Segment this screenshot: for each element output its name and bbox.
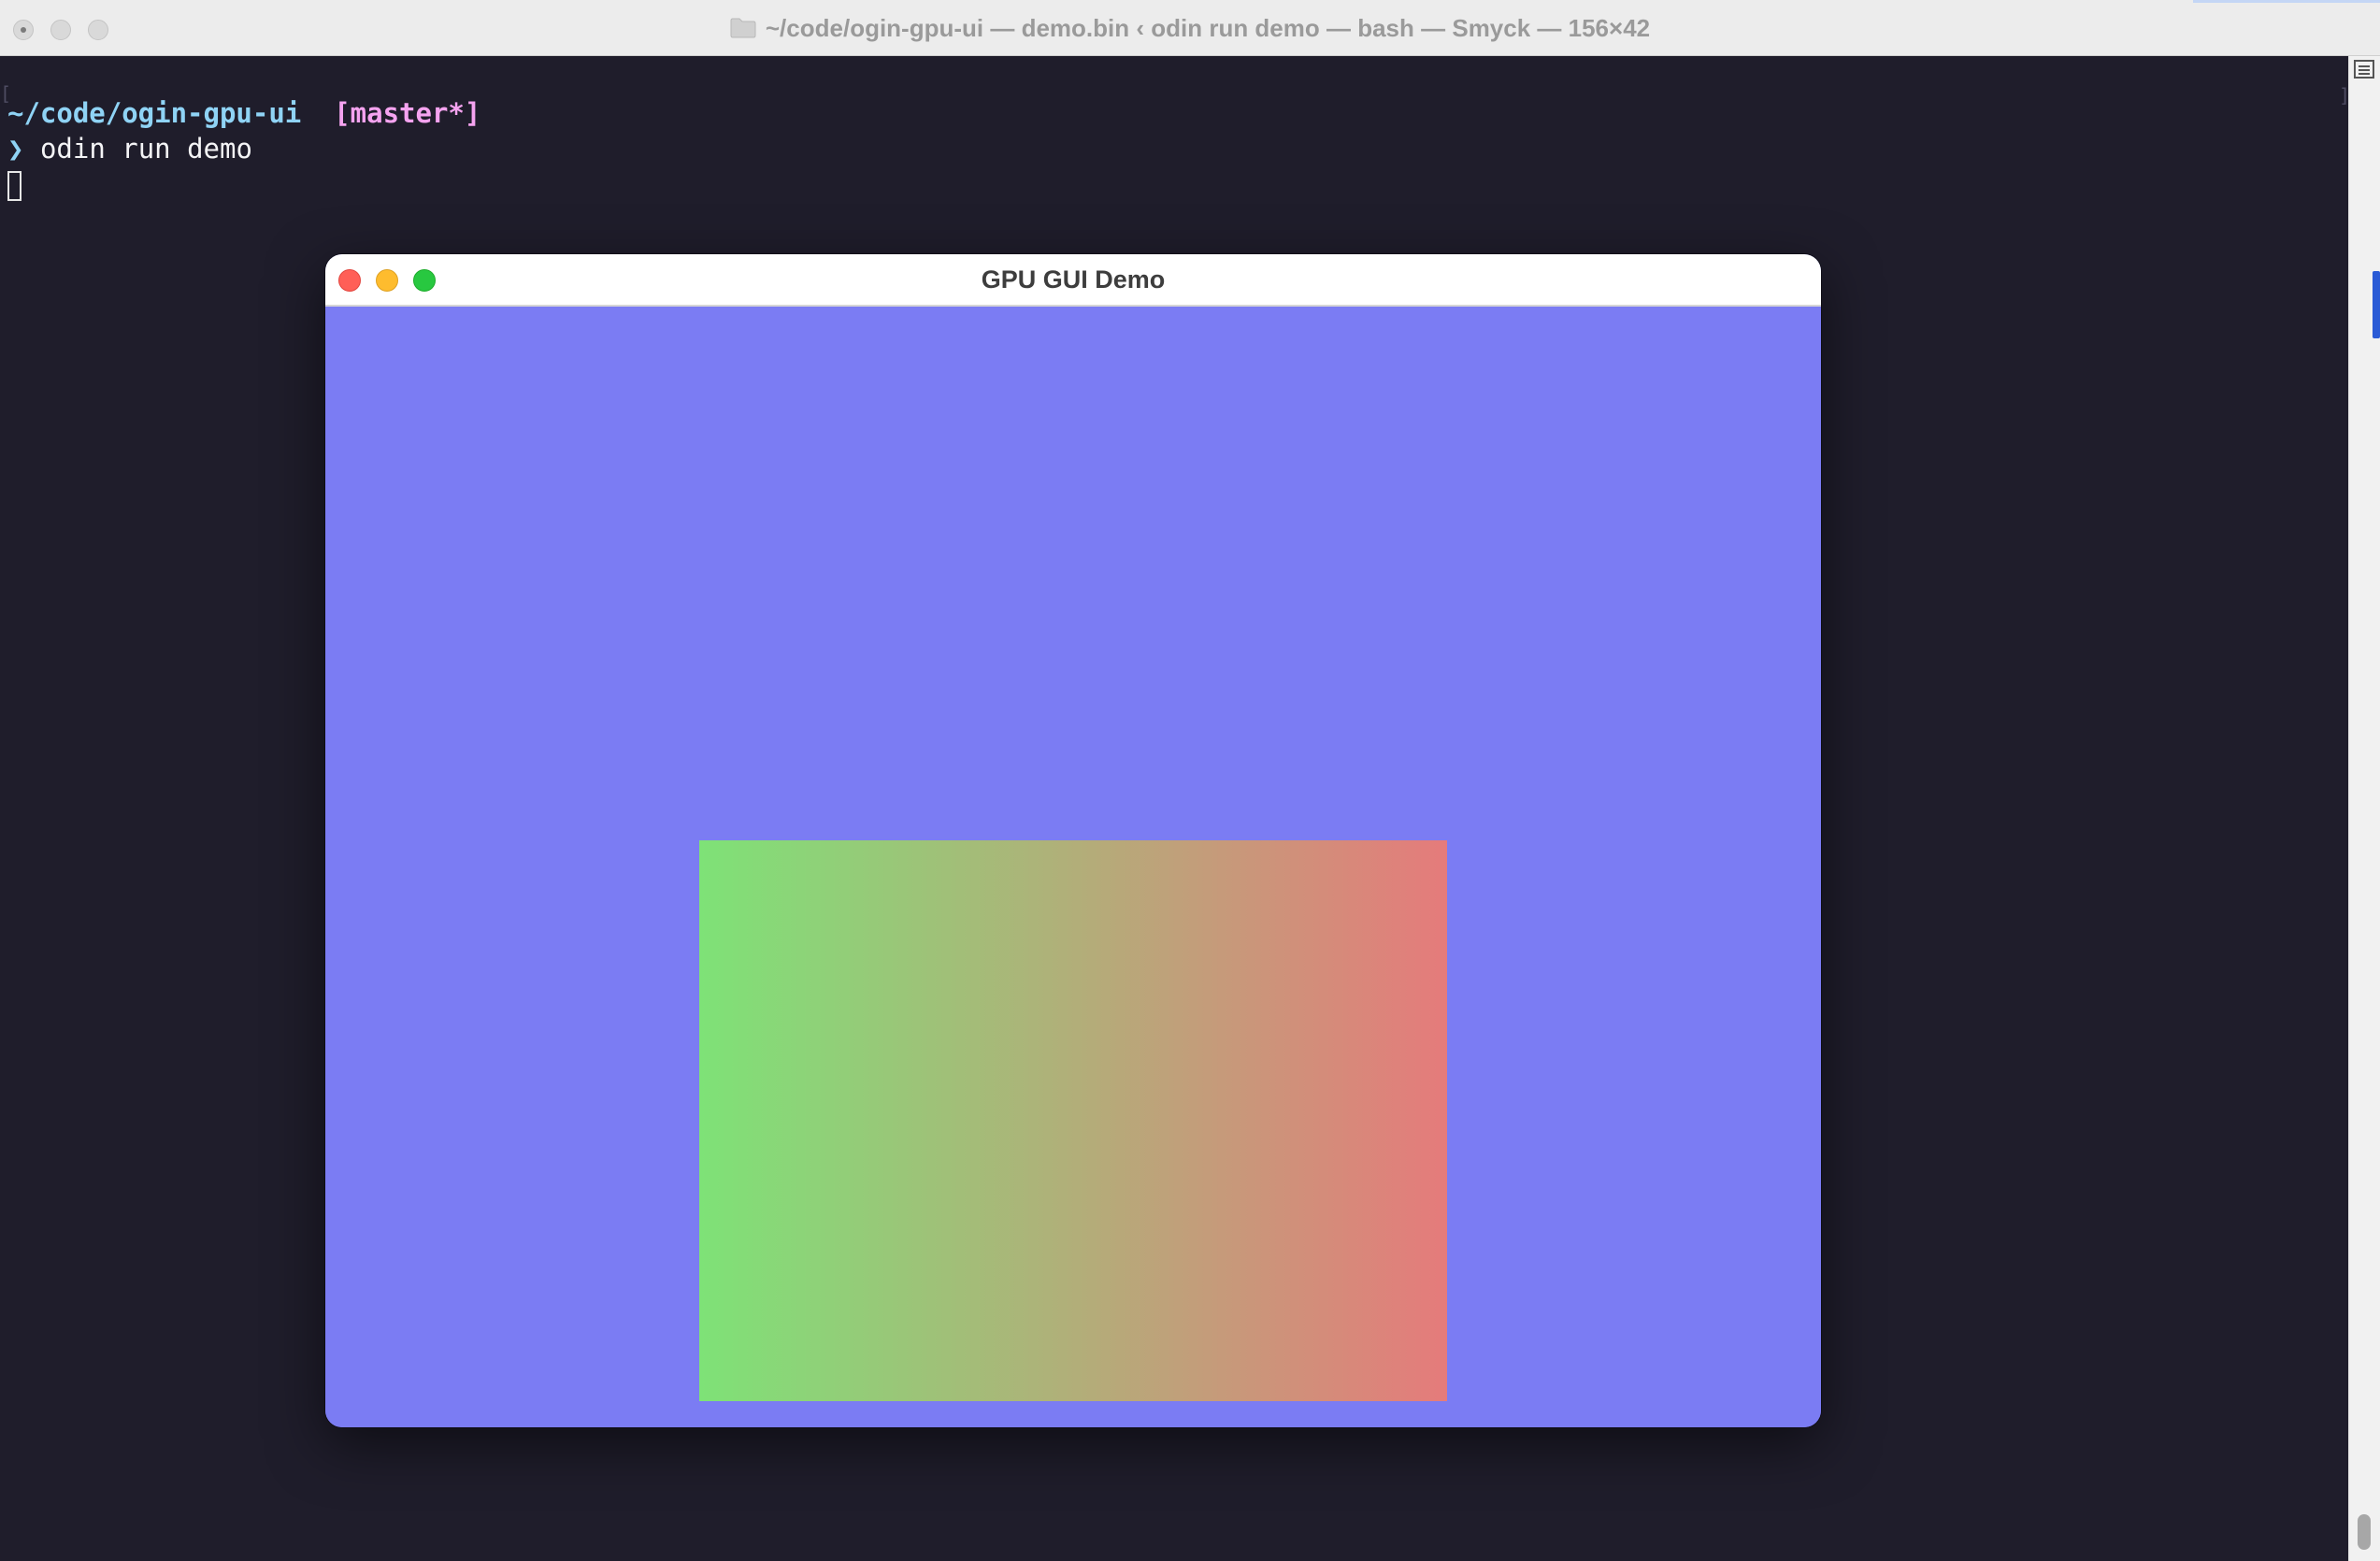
cursor-line bbox=[7, 166, 22, 202]
folder-icon bbox=[730, 18, 756, 38]
demo-window-title: GPU GUI Demo bbox=[981, 265, 1166, 294]
titlebar-accent-line bbox=[2193, 0, 2380, 3]
demo-titlebar[interactable]: GPU GUI Demo bbox=[325, 254, 1821, 307]
line-marker-left: [ bbox=[0, 82, 12, 105]
gpu-demo-window[interactable]: GPU GUI Demo bbox=[325, 254, 1821, 1427]
prompt-symbol: ❯ bbox=[7, 133, 24, 165]
marks-list-icon[interactable] bbox=[2354, 60, 2374, 79]
gradient-rectangle bbox=[699, 840, 1447, 1401]
terminal-window-title: ~/code/ogin-gpu-ui — demo.bin ‹ odin run… bbox=[765, 13, 1651, 42]
prompt-line: ~/code/ogin-gpu-ui [master*] bbox=[7, 95, 480, 131]
prompt-branch: [master*] bbox=[334, 97, 481, 129]
prompt-cwd: ~/code/ogin-gpu-ui bbox=[7, 97, 302, 129]
terminal-cursor bbox=[7, 171, 22, 201]
scrollbar-thumb[interactable] bbox=[2358, 1514, 2371, 1550]
command-line: ❯ odin run demo bbox=[7, 131, 252, 166]
terminal-titlebar[interactable]: ~/code/ogin-gpu-ui — demo.bin ‹ odin run… bbox=[0, 0, 2380, 56]
command-text: odin run demo bbox=[39, 133, 252, 165]
demo-render-canvas[interactable] bbox=[325, 307, 1821, 1427]
scroll-position-marker bbox=[2373, 271, 2380, 338]
